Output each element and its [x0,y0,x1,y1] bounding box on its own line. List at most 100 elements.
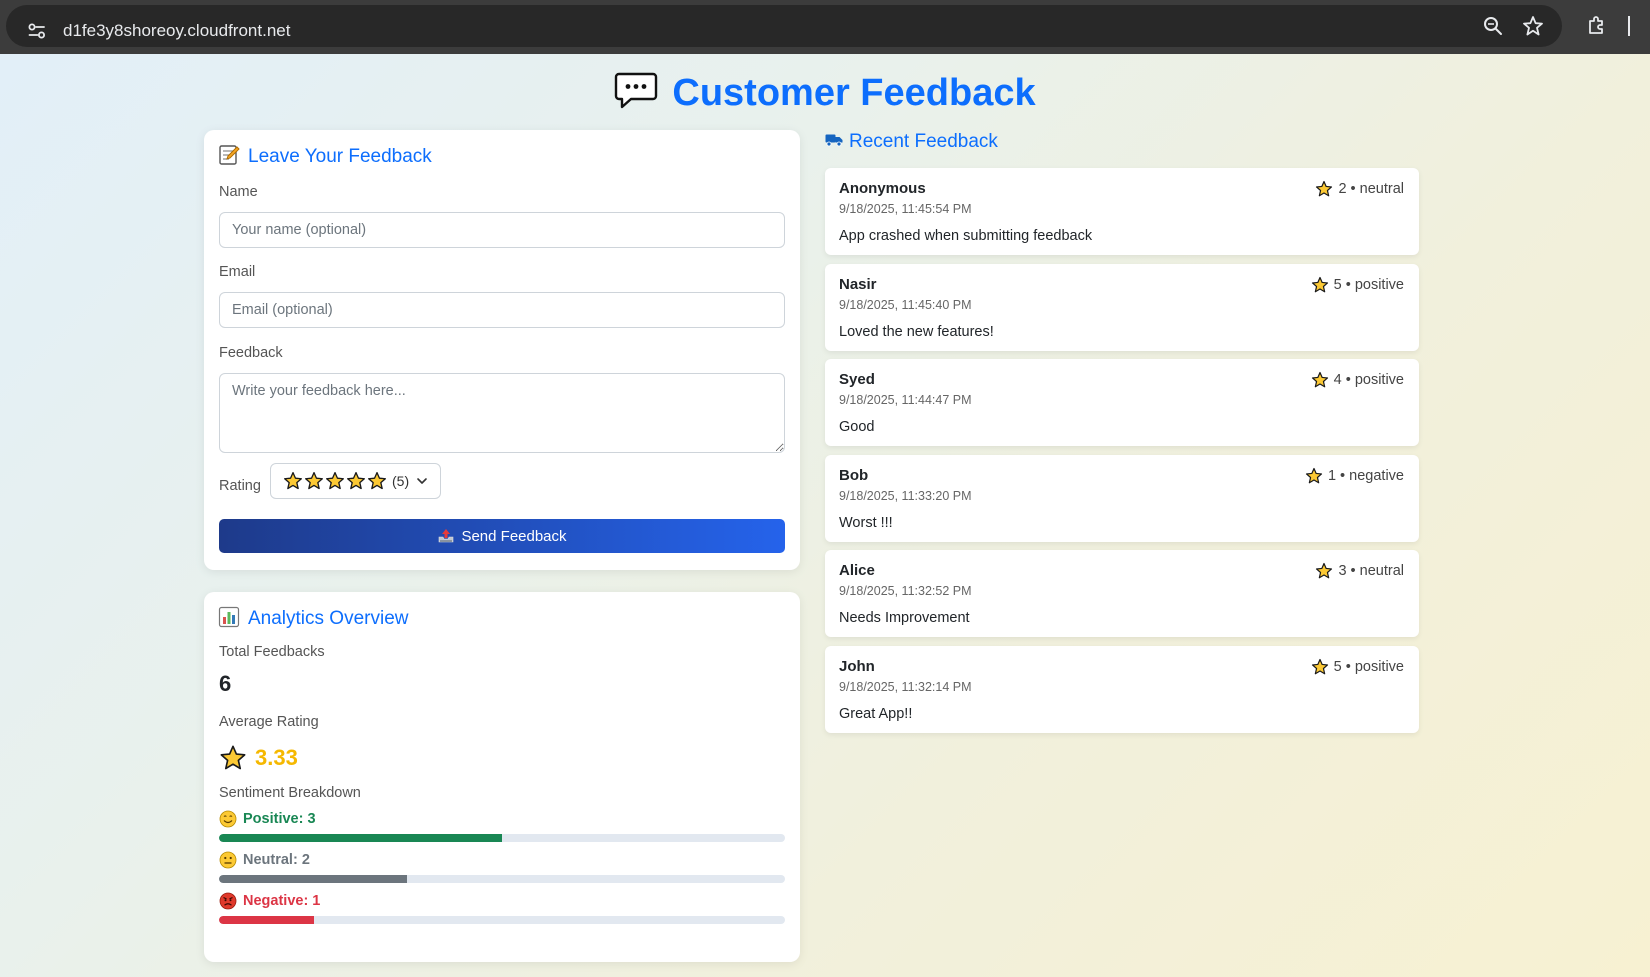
feedback-rating: 2 [1338,181,1347,197]
feedback-item: John 5 • positive 9/18/2025, 11:32:14 PM Gr… [825,645,1419,733]
star-icon [220,745,246,770]
toolbar-divider [1628,16,1630,36]
feedback-rating: 1 [1327,467,1337,484]
sentiment-positive: Positive: 3 [219,810,785,842]
feedback-timestamp: 9/18/2025, 11:32:14 PM [839,679,972,694]
star-icon [326,472,344,490]
form-title-text: Leave Your Feedback [248,146,432,167]
email-input[interactable] [219,292,785,328]
feedback-rating-sentiment: 3 • neutral [1315,562,1404,580]
rating-stars [283,471,387,491]
speech-bubble-icon [615,72,658,109]
outbox-tray-icon [439,529,454,543]
feedback-label: Feedback [219,345,283,361]
recent-feedback-title: Recent Feedback [825,130,998,154]
feedback-rating-sentiment: 1 • negative [1305,467,1404,485]
name-input[interactable] [219,212,785,248]
feedback-sentiment: positive [1354,372,1404,388]
meta-separator: • [1336,467,1350,484]
feedback-sentiment: positive [1354,658,1404,675]
analytics-card: Analytics Overview Total Feedbacks 6 Ave… [204,592,800,962]
feedback-rating-sentiment: 5 • positive [1311,658,1404,676]
delivery-truck-icon [825,134,843,147]
feedback-author: Syed [839,371,875,388]
browser-toolbar: d1fe3y8shoreoy.cloudfront.net [0,0,1650,54]
positive-label: Positive: 3 [243,811,316,827]
bar-chart-icon [218,606,240,628]
feedback-text: Loved the new features! [839,323,994,340]
feedback-item: Nasir 5 • positive 9/18/2025, 11:45:40 PM L… [825,263,1419,351]
feedback-timestamp: 9/18/2025, 11:45:54 PM [839,202,972,216]
star-icon [1311,371,1328,388]
star-icon [1311,658,1328,674]
feedback-sentiment: negative [1349,467,1404,484]
total-feedbacks-label: Total Feedbacks [219,644,325,660]
positive-bar-track [219,834,785,842]
feedback-rating: 5 [1333,658,1342,675]
positive-bar-fill [219,834,502,842]
feedback-text: Great App!! [839,705,913,722]
send-feedback-button[interactable]: Send Feedback [219,519,785,553]
feedback-sentiment: neutral [1359,563,1404,579]
sentiment-negative: Negative: 1 [219,892,785,924]
total-feedbacks-value: 6 [219,671,232,696]
feedback-text: Worst !!! [839,514,893,531]
meta-separator: • [1341,276,1355,293]
rating-select[interactable]: (5) [270,463,441,499]
email-label: Email [219,264,256,280]
feedback-text: Good [839,419,875,435]
star-icon [305,472,323,490]
meta-separator: • [1341,658,1355,675]
address-bar[interactable]: d1fe3y8shoreoy.cloudfront.net [6,5,1562,47]
feedback-sentiment: neutral [1359,181,1404,197]
feedback-rating-sentiment: 5 • positive [1311,276,1404,294]
smiling-face-icon [219,810,237,828]
analytics-title: Analytics Overview [218,606,409,631]
feedback-timestamp: 9/18/2025, 11:32:52 PM [839,584,972,598]
neutral-face-icon [219,851,237,869]
negative-bar-track [219,916,785,924]
zoom-icon[interactable] [1481,14,1505,38]
analytics-title-text: Analytics Overview [248,608,409,629]
star-icon [284,472,302,490]
feedback-timestamp: 9/18/2025, 11:44:47 PM [839,393,972,407]
angry-face-icon [219,892,237,910]
rating-label: Rating [219,478,261,494]
feedback-rating: 5 [1333,276,1342,293]
recent-feedback-title-text: Recent Feedback [849,131,998,152]
feedback-textarea[interactable] [219,373,785,453]
star-icon [1316,180,1333,197]
neutral-bar-fill [219,875,408,883]
feedback-rating-sentiment: 2 • neutral [1315,180,1404,198]
bookmark-star-icon[interactable] [1521,14,1545,38]
star-icon [1305,467,1323,483]
send-feedback-label: Send Feedback [461,527,567,545]
feedback-author: Nasir [839,275,877,293]
neutral-label: Neutral: 2 [243,852,310,868]
feedback-rating-sentiment: 4 • positive [1311,371,1404,389]
negative-bar-fill [219,916,314,924]
feedback-sentiment: positive [1354,276,1404,293]
page-viewport: Customer Feedback Leave Your Feedback Na… [0,54,1650,977]
url-text[interactable]: d1fe3y8shoreoy.cloudfront.net [63,20,290,42]
extensions-icon[interactable] [1585,14,1609,38]
chevron-down-icon [417,478,427,484]
feedback-item: Bob 1 • negative 9/18/2025, 11:33:20 PM Wor… [825,454,1419,542]
feedback-item: Alice 3 • neutral 9/18/2025, 11:32:52 PM Ne… [825,550,1419,637]
feedback-author: John [839,657,875,675]
meta-separator: • [1346,181,1360,197]
meta-separator: • [1341,372,1355,388]
page-title: Customer Feedback [0,64,1650,120]
page-title-text: Customer Feedback [672,71,1036,114]
star-icon [1316,562,1333,579]
feedback-timestamp: 9/18/2025, 11:45:40 PM [839,297,972,312]
average-rating-label: Average Rating [219,714,319,730]
feedback-rating: 4 [1333,372,1342,388]
memo-icon [219,145,240,165]
feedback-text: Needs Improvement [839,610,970,626]
sentiment-neutral: Neutral: 2 [219,851,785,883]
average-rating-value: 3.33 [255,745,298,770]
site-info-icon[interactable] [26,20,48,42]
feedback-item: Syed 4 • positive 9/18/2025, 11:44:47 PM Go… [825,359,1419,446]
feedback-item: Anonymous 2 • neutral 9/18/2025, 11:45:54 … [825,168,1419,255]
